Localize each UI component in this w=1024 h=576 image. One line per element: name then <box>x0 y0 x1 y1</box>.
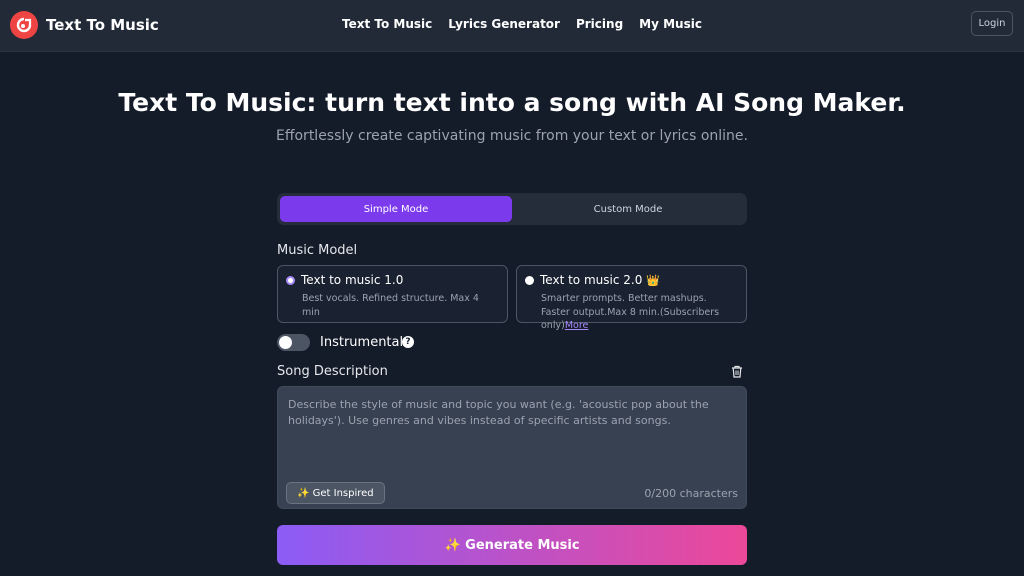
song-description-box: ✨ Get Inspired 0/200 characters <box>277 386 747 509</box>
song-description-input[interactable] <box>278 387 746 477</box>
mode-tabs: Simple Mode Custom Mode <box>277 193 747 225</box>
help-icon[interactable]: ? <box>402 336 414 348</box>
generate-music-button[interactable]: ✨ Generate Music <box>277 525 747 565</box>
more-link[interactable]: More <box>565 320 589 331</box>
logo-icon <box>10 11 38 39</box>
crown-icon: 👑 <box>646 273 661 287</box>
radio-unselected[interactable] <box>525 275 534 285</box>
main-nav: Text To Music Lyrics Generator Pricing M… <box>342 17 718 31</box>
top-navbar: Text To Music Text To Music Lyrics Gener… <box>0 0 1024 52</box>
music-model-label: Music Model <box>277 243 358 258</box>
tab-simple-mode[interactable]: Simple Mode <box>280 196 512 222</box>
toggle-knob <box>279 336 292 349</box>
model-option-2[interactable]: Text to music 2.0 👑 Smarter prompts. Bet… <box>516 265 747 331</box>
nav-pricing[interactable]: Pricing <box>576 17 623 31</box>
song-description-label: Song Description <box>277 364 388 379</box>
nav-lyrics-generator[interactable]: Lyrics Generator <box>448 17 560 31</box>
char-count: 0/200 characters <box>644 487 738 500</box>
instrumental-toggle[interactable] <box>277 334 310 351</box>
tab-custom-mode[interactable]: Custom Mode <box>512 196 744 222</box>
login-button[interactable]: Login <box>971 11 1013 36</box>
get-inspired-button[interactable]: ✨ Get Inspired <box>286 482 385 504</box>
radio-selected[interactable] <box>286 275 295 285</box>
model-option-title: Text to music 2.0 <box>540 273 643 287</box>
model-option-1[interactable]: Text to music 1.0 Best vocals. Refined s… <box>277 265 508 323</box>
page-title: Text To Music: turn text into a song wit… <box>118 88 906 117</box>
brand[interactable]: Text To Music <box>10 11 159 39</box>
trash-icon[interactable] <box>731 365 743 378</box>
model-option-desc: Best vocals. Refined structure. Max 4 mi… <box>302 293 479 318</box>
page-subtitle: Effortlessly create captivating music fr… <box>276 128 748 144</box>
nav-text-to-music[interactable]: Text To Music <box>342 17 432 31</box>
model-option-title: Text to music 1.0 <box>301 273 404 287</box>
brand-name: Text To Music <box>46 16 159 34</box>
model-option-desc: Smarter prompts. Better mashups. Faster … <box>541 292 738 333</box>
nav-my-music[interactable]: My Music <box>639 17 702 31</box>
instrumental-label: Instrumental <box>320 335 404 350</box>
